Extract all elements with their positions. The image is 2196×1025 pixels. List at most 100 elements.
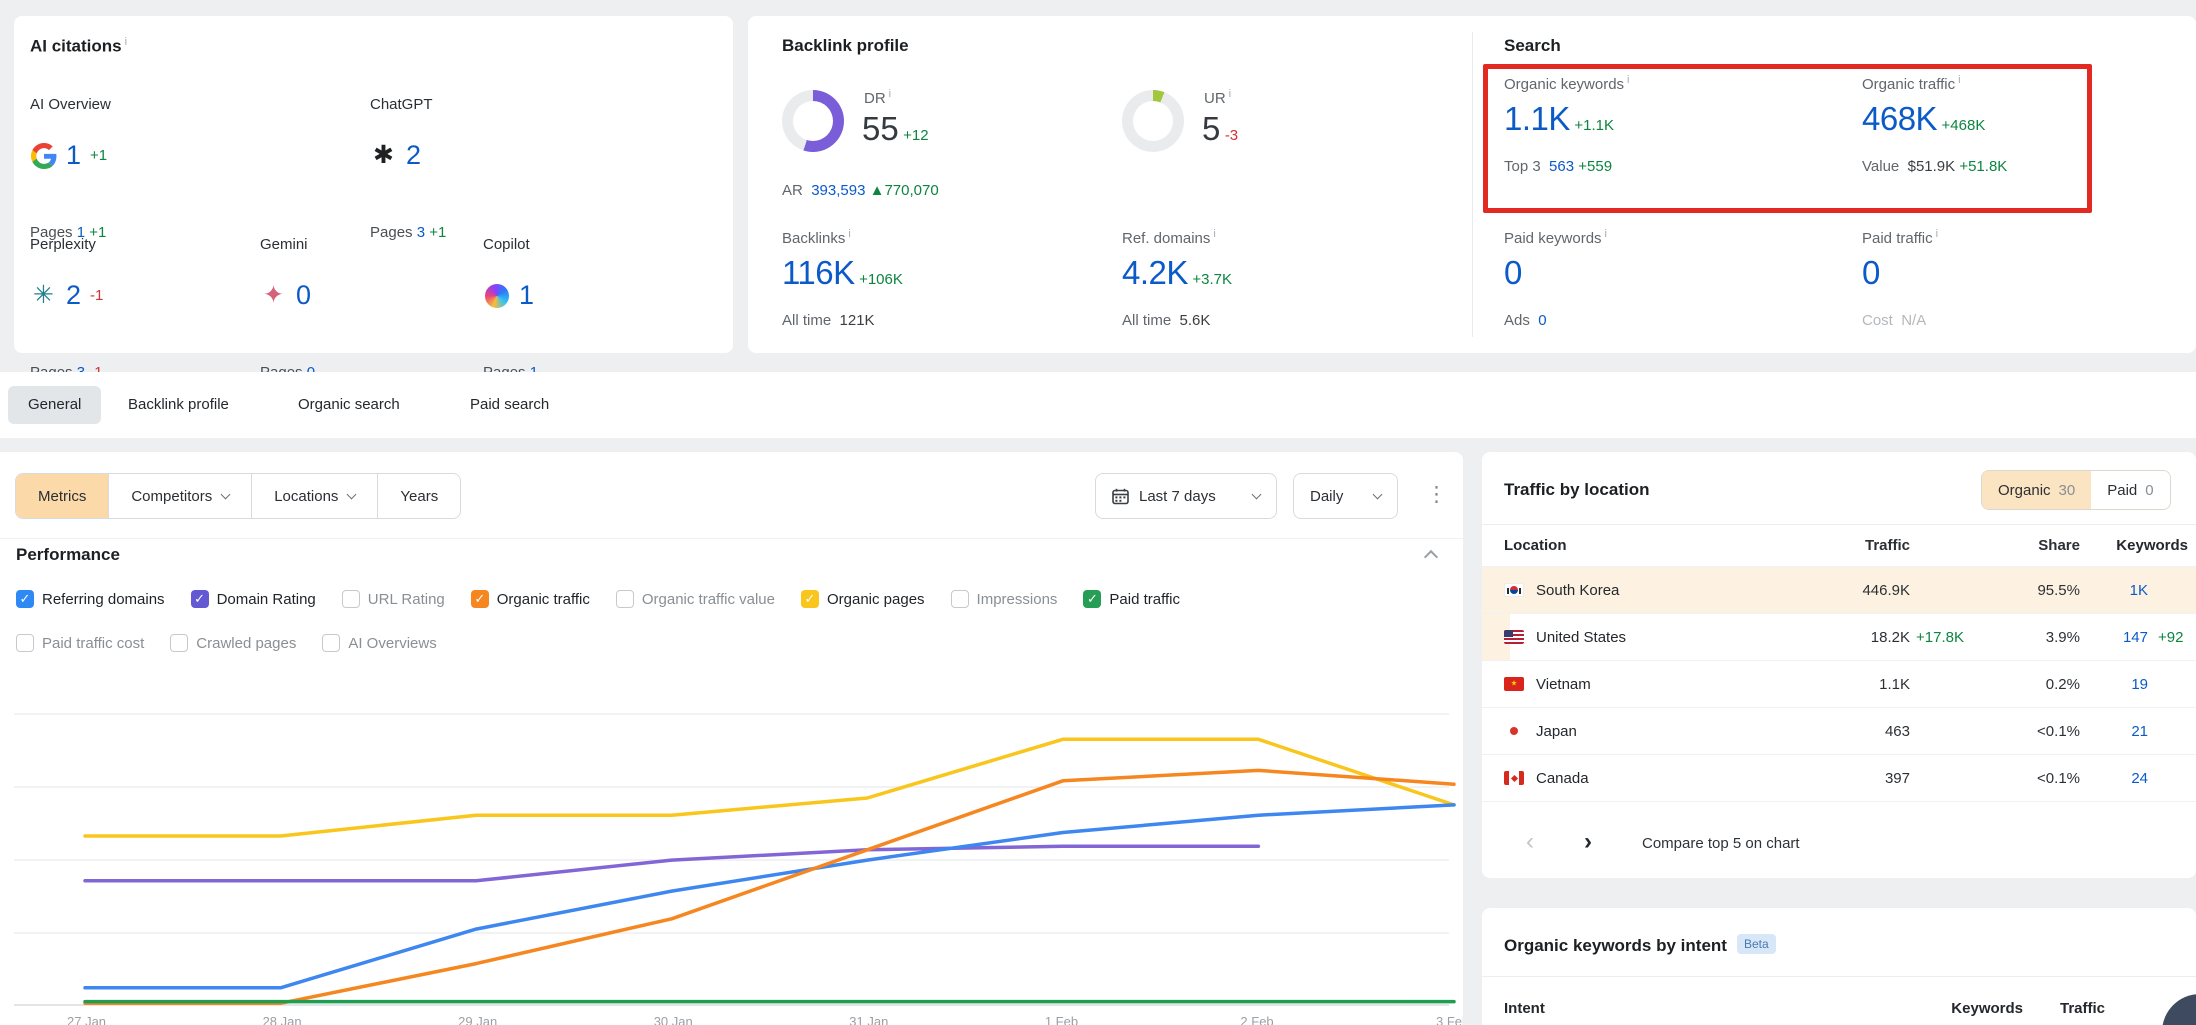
svg-text:1 Feb: 1 Feb bbox=[1045, 1014, 1078, 1025]
compare-top5-link[interactable]: Compare top 5 on chart bbox=[1642, 835, 1800, 852]
paid-traffic-value[interactable]: 0 bbox=[1862, 254, 1880, 291]
perplexity-count[interactable]: 2 bbox=[66, 280, 81, 311]
ai-source-ai-overview: AI Overview 1 +1 Pages 1 +1 bbox=[30, 96, 250, 113]
info-icon[interactable]: i bbox=[1958, 74, 1960, 86]
ai-citations-card: AI citationsi AI Overview 1 +1 Pages 1 +… bbox=[14, 16, 733, 353]
keywords-by-intent-card: Organic keywords by intentBeta Intent Ke… bbox=[1482, 908, 2196, 1025]
checkbox-ai-overviews[interactable]: AI Overviews bbox=[322, 634, 436, 652]
tab-general[interactable]: General bbox=[8, 386, 101, 424]
paid-toggle[interactable]: Paid0 bbox=[2091, 471, 2169, 509]
vietnam-flag-icon bbox=[1504, 677, 1524, 691]
keywords-by-intent-title: Organic keywords by intentBeta bbox=[1504, 934, 1776, 956]
tab-organic-search[interactable]: Organic search bbox=[278, 386, 420, 424]
ai-overview-count[interactable]: 1 bbox=[66, 140, 81, 171]
organic-toggle[interactable]: Organic30 bbox=[1982, 471, 2091, 509]
keywords-link[interactable]: 19 bbox=[2088, 661, 2148, 707]
checkbox-paid-traffic[interactable]: Paid traffic bbox=[1083, 590, 1180, 608]
google-g-icon bbox=[30, 142, 57, 169]
location-row-vietnam[interactable]: Vietnam 1.1K 0.2% 19 bbox=[1482, 660, 2196, 707]
svg-text:3 Feb: 3 Feb bbox=[1436, 1014, 1463, 1025]
collapse-chevron-icon[interactable] bbox=[1424, 550, 1438, 564]
checkbox-url-rating[interactable]: URL Rating bbox=[342, 590, 445, 608]
info-icon[interactable]: i bbox=[1936, 228, 1938, 240]
performance-line-chart[interactable]: 27 Jan 28 Jan 29 Jan 30 Jan 31 Jan 1 Feb 2 Feb… bbox=[0, 660, 1463, 1025]
chevron-down-icon bbox=[221, 489, 231, 499]
tab-backlink-profile[interactable]: Backlink profile bbox=[108, 386, 249, 424]
info-icon[interactable]: i bbox=[848, 228, 850, 240]
info-icon[interactable]: i bbox=[1627, 74, 1629, 86]
tab-paid-search[interactable]: Paid search bbox=[450, 386, 569, 424]
organic-traffic-value-link[interactable]: 468K bbox=[1862, 100, 1937, 137]
info-icon[interactable]: i bbox=[1605, 228, 1607, 240]
granularity-dropdown[interactable]: Daily bbox=[1293, 473, 1398, 519]
divider bbox=[0, 538, 1463, 539]
south-korea-flag-icon bbox=[1504, 583, 1524, 597]
section-divider bbox=[1472, 32, 1473, 337]
search-title: Search bbox=[1504, 36, 1561, 56]
checkbox-organic-traffic-value[interactable]: Organic traffic value bbox=[616, 590, 775, 608]
checkbox-impressions[interactable]: Impressions bbox=[951, 590, 1058, 608]
ai-source-copilot: Copilot 1 Pages 1 bbox=[483, 236, 703, 253]
checkbox-crawled-pages[interactable]: Crawled pages bbox=[170, 634, 296, 652]
location-row-japan[interactable]: Japan 463 <0.1% 21 bbox=[1482, 707, 2196, 754]
ai-source-gemini: Gemini ✦ 0 Pages 0 bbox=[260, 236, 480, 253]
ar-value-link[interactable]: 393,593 bbox=[811, 182, 865, 199]
competitors-dropdown[interactable]: Competitors bbox=[108, 474, 251, 518]
traffic-by-location-card: Traffic by location Organic30 Paid0 Loca… bbox=[1482, 452, 2196, 878]
ads-value-link[interactable]: 0 bbox=[1538, 312, 1546, 329]
more-options-kebab-icon[interactable]: ⋮ bbox=[1426, 482, 1447, 507]
gemini-count[interactable]: 0 bbox=[296, 280, 311, 311]
checkbox-paid-traffic-cost[interactable]: Paid traffic cost bbox=[16, 634, 144, 652]
performance-title: Performance bbox=[16, 545, 120, 565]
date-range-dropdown[interactable]: Last 7 days bbox=[1095, 473, 1277, 519]
perplexity-icon: ✳ bbox=[30, 282, 57, 309]
svg-text:31 Jan: 31 Jan bbox=[849, 1014, 888, 1025]
ai-citations-title: AI citationsi bbox=[30, 36, 127, 57]
calendar-icon bbox=[1112, 488, 1129, 505]
dashboard-screen: AI citationsi AI Overview 1 +1 Pages 1 +… bbox=[0, 0, 2196, 1025]
metric-checkbox-row-2: Paid traffic cost Crawled pages AI Overv… bbox=[16, 634, 437, 652]
svg-text:28 Jan: 28 Jan bbox=[263, 1014, 302, 1025]
svg-text:27 Jan: 27 Jan bbox=[67, 1014, 106, 1025]
chevron-down-icon bbox=[1252, 489, 1262, 499]
svg-text:2 Feb: 2 Feb bbox=[1240, 1014, 1273, 1025]
checkbox-organic-pages[interactable]: Organic pages bbox=[801, 590, 925, 608]
next-page-chevron-icon[interactable]: › bbox=[1584, 830, 1592, 854]
traffic-by-location-title: Traffic by location bbox=[1504, 480, 1649, 500]
info-icon[interactable]: i bbox=[1229, 88, 1231, 100]
years-button[interactable]: Years bbox=[377, 474, 460, 518]
svg-text:30 Jan: 30 Jan bbox=[654, 1014, 693, 1025]
ai-source-perplexity: Perplexity ✳ 2 -1 Pages 3 -1 bbox=[30, 236, 250, 253]
info-icon[interactable]: i bbox=[1213, 228, 1215, 240]
organic-keywords-value-link[interactable]: 1.1K bbox=[1504, 100, 1570, 137]
keywords-link[interactable]: 24 bbox=[2088, 755, 2148, 801]
backlinks-value-link[interactable]: 116K bbox=[782, 254, 855, 291]
keywords-link[interactable]: 21 bbox=[2088, 708, 2148, 754]
keywords-link[interactable]: 147 bbox=[2088, 614, 2148, 660]
chatgpt-count[interactable]: 2 bbox=[406, 140, 421, 171]
location-row-canada[interactable]: Canada 397 <0.1% 24 bbox=[1482, 754, 2196, 801]
location-row-south-korea[interactable]: South Korea 446.9K 95.5% 1K bbox=[1482, 566, 2196, 613]
chevron-down-icon bbox=[1373, 489, 1383, 499]
top3-value-link[interactable]: 563 bbox=[1549, 158, 1574, 175]
canada-flag-icon bbox=[1504, 771, 1524, 785]
ref-domains-value-link[interactable]: 4.2K bbox=[1122, 254, 1188, 291]
backlink-profile-title: Backlink profile bbox=[782, 36, 909, 56]
ar-rank: AR 393,593 ▲770,070 bbox=[782, 182, 939, 199]
paid-keywords-value[interactable]: 0 bbox=[1504, 254, 1522, 291]
checkbox-domain-rating[interactable]: Domain Rating bbox=[191, 590, 316, 608]
locations-dropdown[interactable]: Locations bbox=[251, 474, 377, 518]
checkbox-referring-domains[interactable]: Referring domains bbox=[16, 590, 165, 608]
copilot-count[interactable]: 1 bbox=[519, 280, 534, 311]
keywords-link[interactable]: 1K bbox=[2088, 567, 2148, 613]
metrics-button[interactable]: Metrics bbox=[16, 474, 108, 518]
prev-page-chevron-icon[interactable]: ‹ bbox=[1526, 830, 1534, 854]
intent-table-header: Intent Keywords Traffic bbox=[1482, 990, 2196, 1025]
location-row-united-states[interactable]: United States 18.2K +17.8K 3.9% 147 +92 bbox=[1482, 613, 2196, 660]
info-icon[interactable]: i bbox=[889, 88, 891, 100]
divider bbox=[1482, 801, 2196, 802]
checkbox-organic-traffic[interactable]: Organic traffic bbox=[471, 590, 590, 608]
info-icon[interactable]: i bbox=[125, 36, 127, 48]
svg-text:29 Jan: 29 Jan bbox=[458, 1014, 497, 1025]
united-states-flag-icon bbox=[1504, 630, 1524, 644]
